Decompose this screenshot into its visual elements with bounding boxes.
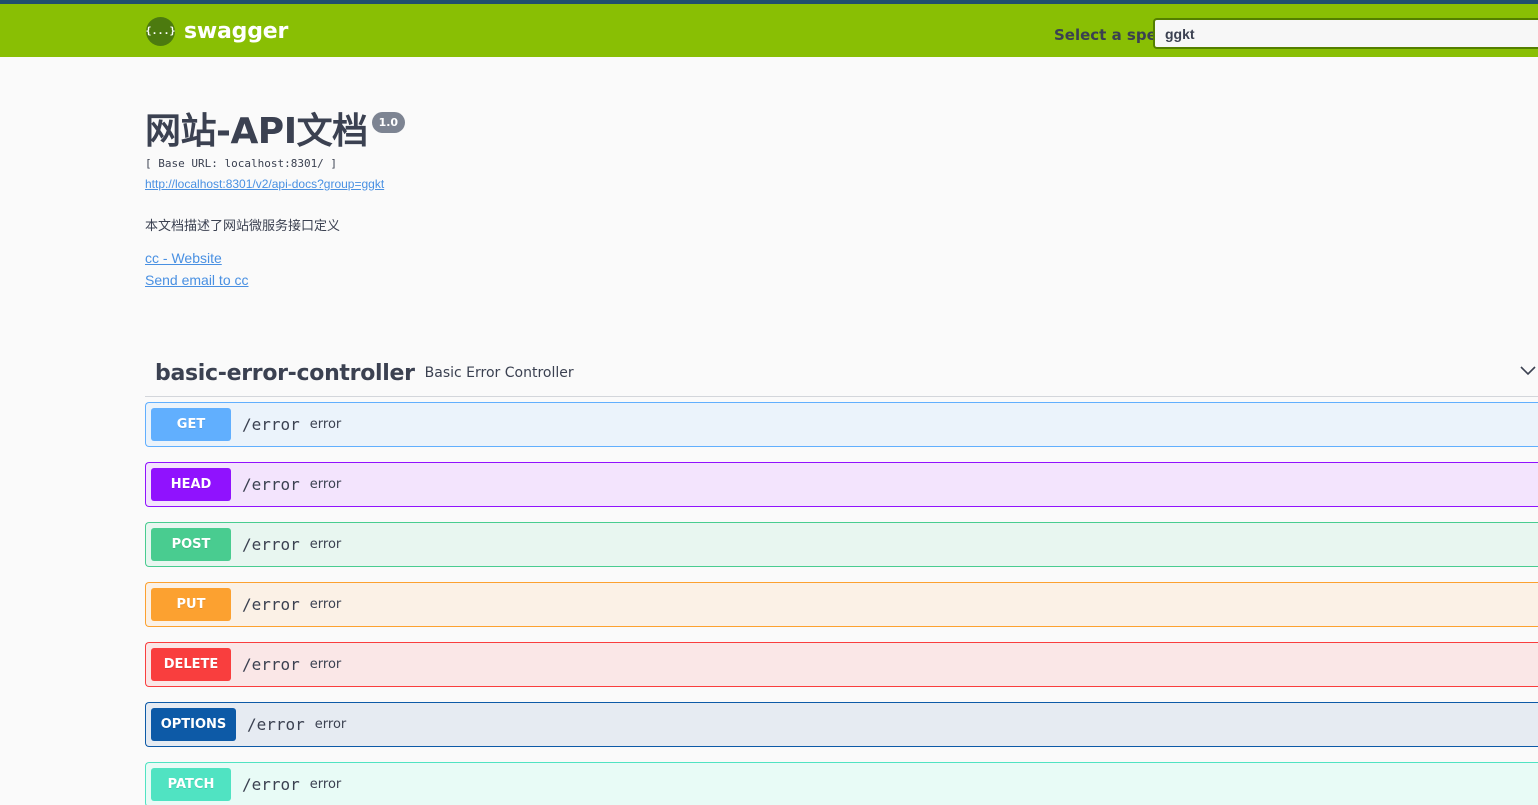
- operation-summary: error: [314, 717, 347, 732]
- swagger-logo-text: swagger: [184, 19, 289, 44]
- api-title-row: 网站-API文档 1.0: [145, 110, 406, 154]
- operation-head-error[interactable]: HEAD /error error: [145, 462, 1538, 507]
- method-badge: PUT: [151, 588, 231, 621]
- method-badge: GET: [151, 408, 231, 441]
- base-url: [ Base URL: localhost:8301/ ]: [145, 157, 338, 170]
- method-badge: PATCH: [151, 768, 231, 801]
- operation-patch-error[interactable]: PATCH /error error: [145, 762, 1538, 805]
- topbar: {...} swagger Select a spec ggkt: [0, 0, 1538, 57]
- operation-path: /error: [242, 475, 300, 494]
- operation-summary: error: [309, 657, 342, 672]
- operation-path: /error: [242, 775, 300, 794]
- contact-website-link[interactable]: cc - Website: [145, 250, 222, 266]
- operation-summary: error: [309, 417, 342, 432]
- operation-get-error[interactable]: GET /error error: [145, 402, 1538, 447]
- api-description: 本文档描述了网站微服务接口定义: [145, 218, 341, 233]
- api-title: 网站-API文档: [145, 111, 368, 152]
- spec-selector-label: Select a spec: [1054, 26, 1166, 44]
- version-badge: 1.0: [371, 112, 406, 133]
- contact-email-link[interactable]: Send email to cc: [145, 272, 249, 288]
- operation-summary: error: [309, 777, 342, 792]
- operation-summary: error: [309, 477, 342, 492]
- api-docs-link[interactable]: http://localhost:8301/v2/api-docs?group=…: [145, 177, 384, 191]
- operation-path: /error: [247, 715, 305, 734]
- operation-path: /error: [242, 415, 300, 434]
- method-badge: POST: [151, 528, 231, 561]
- operation-path: /error: [242, 655, 300, 674]
- operation-post-error[interactable]: POST /error error: [145, 522, 1538, 567]
- method-badge: HEAD: [151, 468, 231, 501]
- operation-summary: error: [309, 537, 342, 552]
- operation-summary: error: [309, 597, 342, 612]
- tag-description: Basic Error Controller: [424, 365, 574, 381]
- tag-section-header[interactable]: basic-error-controller Basic Error Contr…: [145, 350, 1538, 397]
- method-badge: DELETE: [151, 648, 231, 681]
- spec-selector[interactable]: ggkt: [1153, 18, 1538, 49]
- chevron-down-icon[interactable]: [1518, 360, 1538, 380]
- operation-options-error[interactable]: OPTIONS /error error: [145, 702, 1538, 747]
- swagger-logo[interactable]: {...} swagger: [145, 17, 289, 46]
- operation-put-error[interactable]: PUT /error error: [145, 582, 1538, 627]
- operation-path: /error: [242, 595, 300, 614]
- swagger-logo-icon: {...}: [145, 17, 176, 46]
- operation-path: /error: [242, 535, 300, 554]
- tag-name: basic-error-controller: [155, 360, 415, 386]
- operation-delete-error[interactable]: DELETE /error error: [145, 642, 1538, 687]
- method-badge: OPTIONS: [151, 708, 236, 741]
